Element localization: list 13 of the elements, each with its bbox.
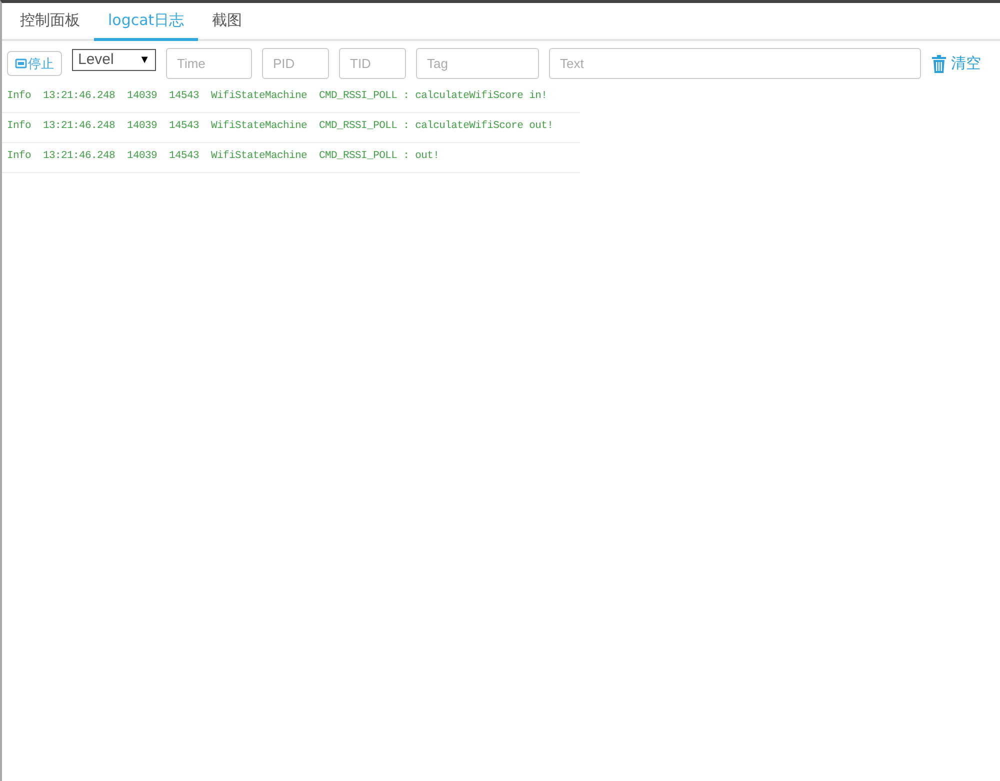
trash-icon — [931, 54, 947, 72]
tid-filter-field[interactable]: TID — [339, 48, 406, 79]
tag-filter-field[interactable]: Tag — [416, 48, 539, 79]
log-entry: Info 13:21:46.248 14039 14543 WifiStateMachine CMD_RSSI_POLL : calculateWifiScore in! — [2, 83, 580, 113]
time-filter-field[interactable]: Time — [166, 48, 252, 79]
monitor-icon — [15, 58, 27, 70]
level-select[interactable]: Level ▼ — [72, 48, 156, 70]
tab[interactable]: 控制面板 — [6, 3, 94, 41]
log-entry: Info 13:21:46.248 14039 14543 WifiStateMachine CMD_RSSI_POLL : out! — [2, 143, 580, 173]
pid-filter-field[interactable]: PID — [262, 48, 329, 79]
text-filter-field[interactable]: Text — [549, 48, 921, 79]
tab[interactable]: 截图 — [198, 3, 256, 41]
log-entry: Info 13:21:46.248 14039 14543 WifiStateMachine CMD_RSSI_POLL : calculateWifiScore out! — [2, 113, 580, 143]
